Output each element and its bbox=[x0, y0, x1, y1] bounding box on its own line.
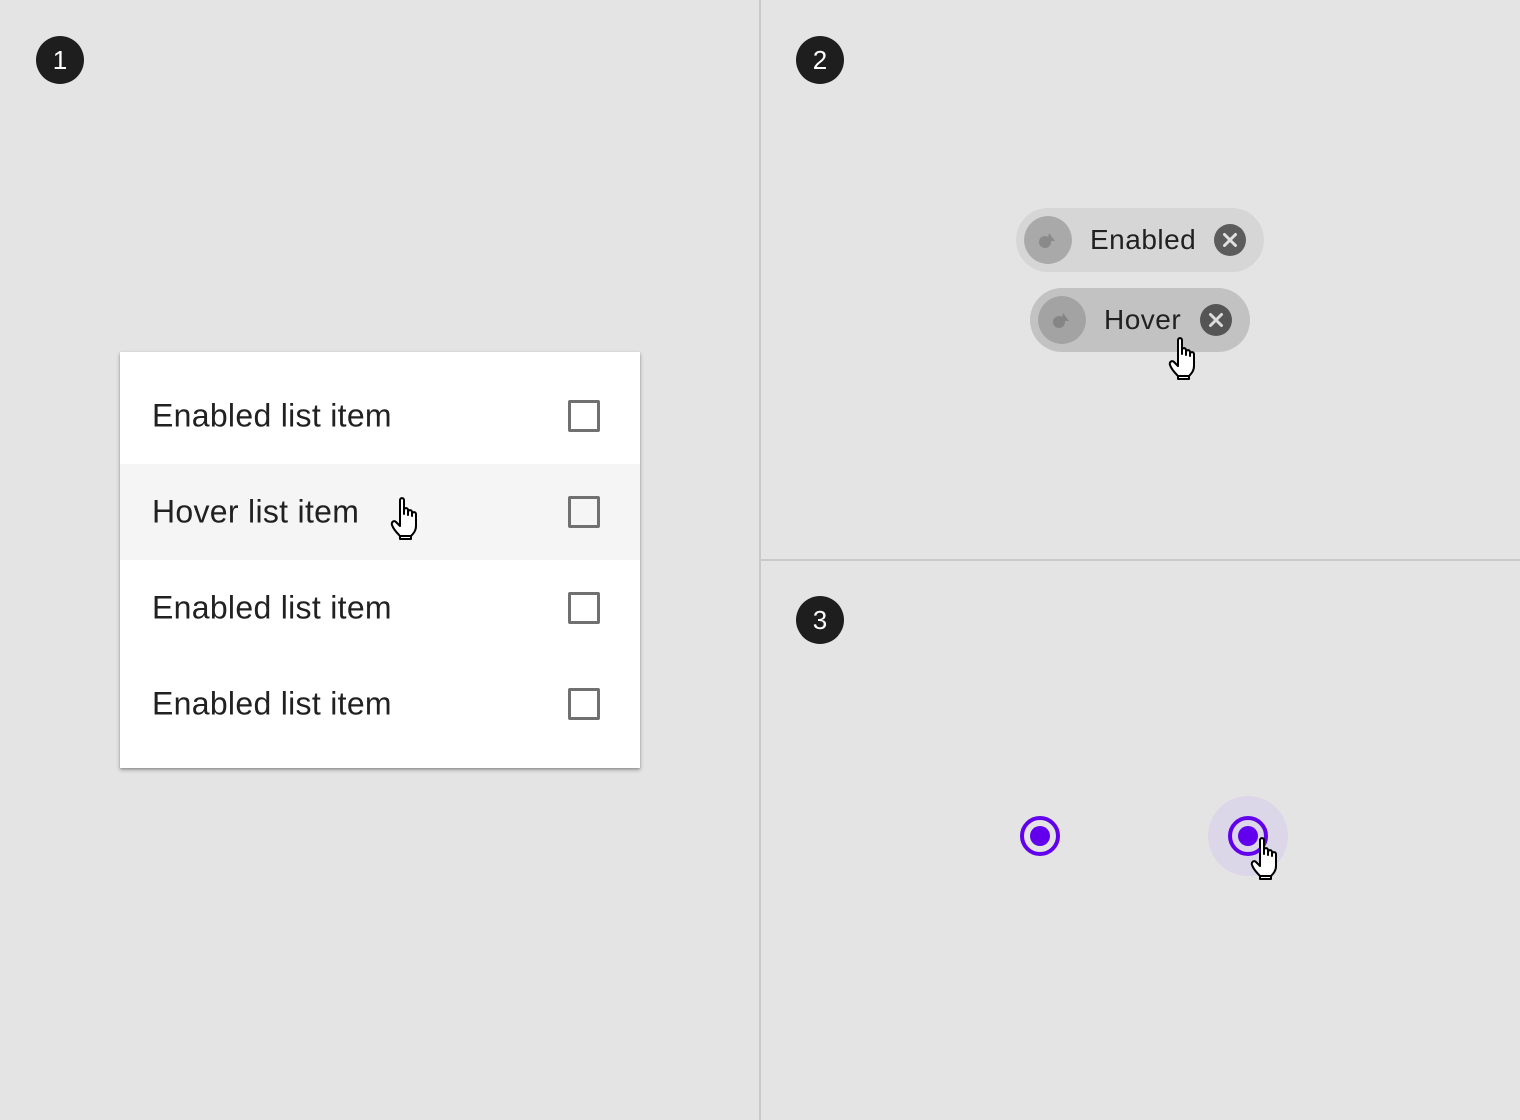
horizontal-divider bbox=[761, 559, 1520, 561]
list-item-enabled[interactable]: Enabled list item bbox=[120, 560, 640, 656]
list-item-hover[interactable]: Hover list item bbox=[120, 464, 640, 560]
list-item-label: Enabled list item bbox=[152, 685, 392, 722]
list-menu: Enabled list item Hover list item Enable… bbox=[120, 352, 640, 768]
list-item-enabled[interactable]: Enabled list item bbox=[120, 368, 640, 464]
list-item-label: Enabled list item bbox=[152, 589, 392, 626]
checkbox-unchecked[interactable] bbox=[568, 496, 600, 528]
radio-button-selected[interactable] bbox=[1020, 816, 1060, 856]
list-item-label: Enabled list item bbox=[152, 397, 392, 434]
step-badge-1: 1 bbox=[36, 36, 84, 84]
checkbox-unchecked[interactable] bbox=[568, 400, 600, 432]
cancel-circle-icon[interactable] bbox=[1200, 304, 1232, 336]
step-badge-2: 2 bbox=[796, 36, 844, 84]
list-item-enabled[interactable]: Enabled list item bbox=[120, 656, 640, 752]
list-item-label: Hover list item bbox=[152, 493, 360, 530]
hand-pointer-cursor-icon bbox=[390, 497, 417, 540]
avatar-shapes-icon bbox=[1024, 216, 1072, 264]
avatar-shapes-icon bbox=[1038, 296, 1086, 344]
chip-hover[interactable]: Hover bbox=[1030, 288, 1250, 352]
checkbox-unchecked[interactable] bbox=[568, 592, 600, 624]
hand-pointer-cursor-icon bbox=[1168, 337, 1195, 380]
chip-enabled[interactable]: Enabled bbox=[1016, 208, 1264, 272]
step-badge-3: 3 bbox=[796, 596, 844, 644]
chip-label: Enabled bbox=[1090, 224, 1197, 255]
hand-pointer-cursor-icon bbox=[1250, 837, 1277, 880]
checkbox-unchecked[interactable] bbox=[568, 688, 600, 720]
chip-label: Hover bbox=[1104, 304, 1182, 335]
cancel-circle-icon[interactable] bbox=[1214, 224, 1246, 256]
